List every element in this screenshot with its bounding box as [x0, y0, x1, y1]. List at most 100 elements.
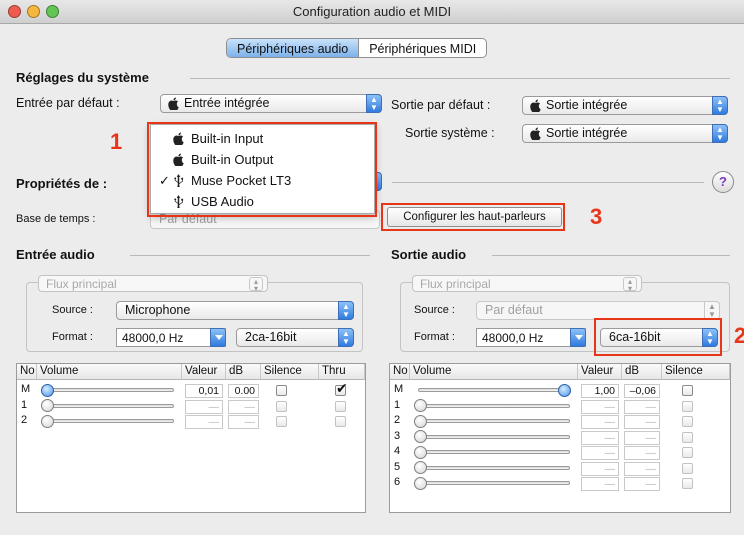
system-output-popup[interactable]: Sortie intégrée ▲ ▼	[522, 124, 728, 143]
column-header-volume[interactable]: Volume	[410, 364, 578, 380]
tab-audio-devices[interactable]: Périphériques audio	[227, 39, 360, 57]
default-output-label: Sortie par défaut :	[391, 98, 491, 112]
mute-checkbox[interactable]	[682, 462, 693, 474]
db-field[interactable]: 0.00	[228, 384, 259, 398]
output-rate-combo[interactable]: 48000,0 Hz	[476, 328, 586, 347]
value-field[interactable]: —	[581, 446, 619, 460]
default-input-label: Entrée par défaut :	[16, 96, 120, 110]
mute-checkbox[interactable]	[682, 478, 693, 489]
column-header-db[interactable]: dB	[622, 364, 662, 380]
value-field[interactable]: —	[581, 415, 619, 429]
thru-checkbox[interactable]	[335, 400, 346, 412]
updown-arrows-icon: ▴ ▾	[623, 277, 637, 293]
tab-midi-devices[interactable]: Périphériques MIDI	[359, 39, 486, 57]
db-field[interactable]: –0,06	[624, 384, 660, 398]
mute-checkbox[interactable]	[276, 385, 287, 396]
volume-slider-knob[interactable]	[414, 476, 427, 490]
chevron-down-icon[interactable]	[210, 328, 226, 347]
thru-checkbox[interactable]: ✔	[335, 380, 348, 396]
channel-number: 1	[394, 398, 401, 411]
column-header-silence[interactable]: Silence	[261, 364, 319, 380]
channel-number: 4	[394, 445, 401, 457]
window-title: Configuration audio et MIDI	[292, 4, 452, 19]
column-header-no[interactable]: No	[17, 364, 37, 380]
mute-checkbox[interactable]	[276, 416, 287, 427]
divider	[492, 255, 730, 256]
volume-slider-knob[interactable]	[41, 383, 54, 397]
help-icon[interactable]: ?	[712, 171, 734, 193]
db-field[interactable]: —	[624, 430, 660, 445]
value-field[interactable]: 1,00	[581, 384, 619, 398]
value-field[interactable]: —	[581, 477, 619, 491]
db-field[interactable]: —	[624, 461, 660, 476]
system-output-value: Sortie intégrée	[546, 126, 628, 140]
output-stream-popup[interactable]: Flux principal ▴ ▾	[412, 275, 642, 293]
volume-slider-track	[418, 481, 570, 485]
volume-slider-track	[418, 434, 570, 439]
volume-slider-track	[45, 403, 174, 408]
mute-checkbox[interactable]	[682, 385, 693, 396]
volume-slider-knob[interactable]	[41, 399, 54, 412]
volume-slider-knob[interactable]	[414, 414, 427, 428]
column-header-volume[interactable]: Volume	[37, 364, 182, 380]
db-field[interactable]: —	[228, 399, 259, 414]
mute-checkbox[interactable]	[682, 447, 693, 458]
channel-number: M	[21, 383, 31, 395]
db-field[interactable]: —	[228, 415, 259, 429]
column-header-silence[interactable]: Silence	[662, 364, 730, 380]
input-channels-value: 2ca-16bit	[245, 330, 297, 344]
chevron-down-icon[interactable]	[570, 328, 586, 347]
volume-slider-track	[418, 450, 570, 454]
output-channels-table: No Volume Valeur dB Silence M 1,00 –0,06 1— —2— —3…	[389, 363, 731, 513]
volume-slider-knob[interactable]	[414, 430, 427, 443]
annotation-number-3: 3	[590, 204, 603, 229]
db-field[interactable]: —	[624, 477, 660, 491]
mute-checkbox[interactable]	[682, 431, 693, 443]
column-header-db[interactable]: dB	[226, 364, 261, 380]
volume-slider-knob[interactable]	[414, 461, 427, 474]
volume-slider-knob[interactable]	[414, 445, 427, 459]
db-field[interactable]: —	[624, 399, 660, 414]
value-field[interactable]: —	[581, 430, 619, 445]
volume-slider-track	[418, 419, 570, 423]
value-field[interactable]: —	[185, 415, 223, 429]
value-field[interactable]: 0,01	[185, 384, 223, 398]
db-field[interactable]: —	[624, 415, 660, 429]
volume-slider-knob[interactable]	[414, 399, 427, 412]
thru-checkbox[interactable]	[335, 416, 346, 427]
output-source-value: Par défaut	[485, 303, 543, 317]
column-header-thru[interactable]: Thru	[319, 364, 365, 380]
value-field[interactable]: —	[185, 399, 223, 414]
column-header-value[interactable]: Valeur	[578, 364, 622, 380]
db-field[interactable]: —	[624, 446, 660, 460]
default-output-popup[interactable]: Sortie intégrée ▲ ▼	[522, 96, 728, 115]
input-channels-table: No Volume Valeur dB Silence Thru M 0,01 0.00 ✔ 1— —…	[16, 363, 366, 513]
volume-slider-track	[45, 388, 174, 392]
default-input-popup[interactable]: Entrée intégrée ▲ ▼	[160, 94, 382, 113]
column-header-no[interactable]: No	[390, 364, 410, 380]
annotation-box-2	[594, 318, 722, 356]
mute-checkbox[interactable]	[682, 400, 693, 412]
column-header-value[interactable]: Valeur	[182, 364, 226, 380]
channel-number: 1	[21, 398, 28, 411]
system-output-label: Sortie système :	[405, 126, 495, 140]
input-rate-combo[interactable]: 48000,0 Hz	[116, 328, 226, 347]
volume-slider-knob[interactable]	[558, 383, 571, 397]
input-format-label: Format :	[52, 331, 93, 343]
annotation-box-3	[381, 203, 565, 231]
apple-icon	[530, 127, 541, 140]
updown-arrows-icon: ▲▼	[712, 124, 728, 143]
channel-number: 3	[394, 429, 401, 442]
value-field[interactable]: —	[581, 461, 619, 476]
input-stream-popup[interactable]: Flux principal ▴ ▾	[38, 275, 268, 293]
default-output-value: Sortie intégrée	[546, 98, 628, 112]
input-source-popup[interactable]: Microphone ▲ ▼	[116, 301, 354, 320]
mute-checkbox[interactable]	[276, 400, 287, 412]
value-field[interactable]: —	[581, 399, 619, 414]
mute-checkbox[interactable]	[682, 416, 693, 427]
volume-slider-knob[interactable]	[41, 414, 54, 428]
input-source-label: Source :	[52, 304, 93, 316]
output-stream-value: Flux principal	[420, 277, 491, 291]
input-channels-popup[interactable]: 2ca-16bit ▲ ▼	[236, 328, 354, 347]
divider	[130, 255, 370, 256]
